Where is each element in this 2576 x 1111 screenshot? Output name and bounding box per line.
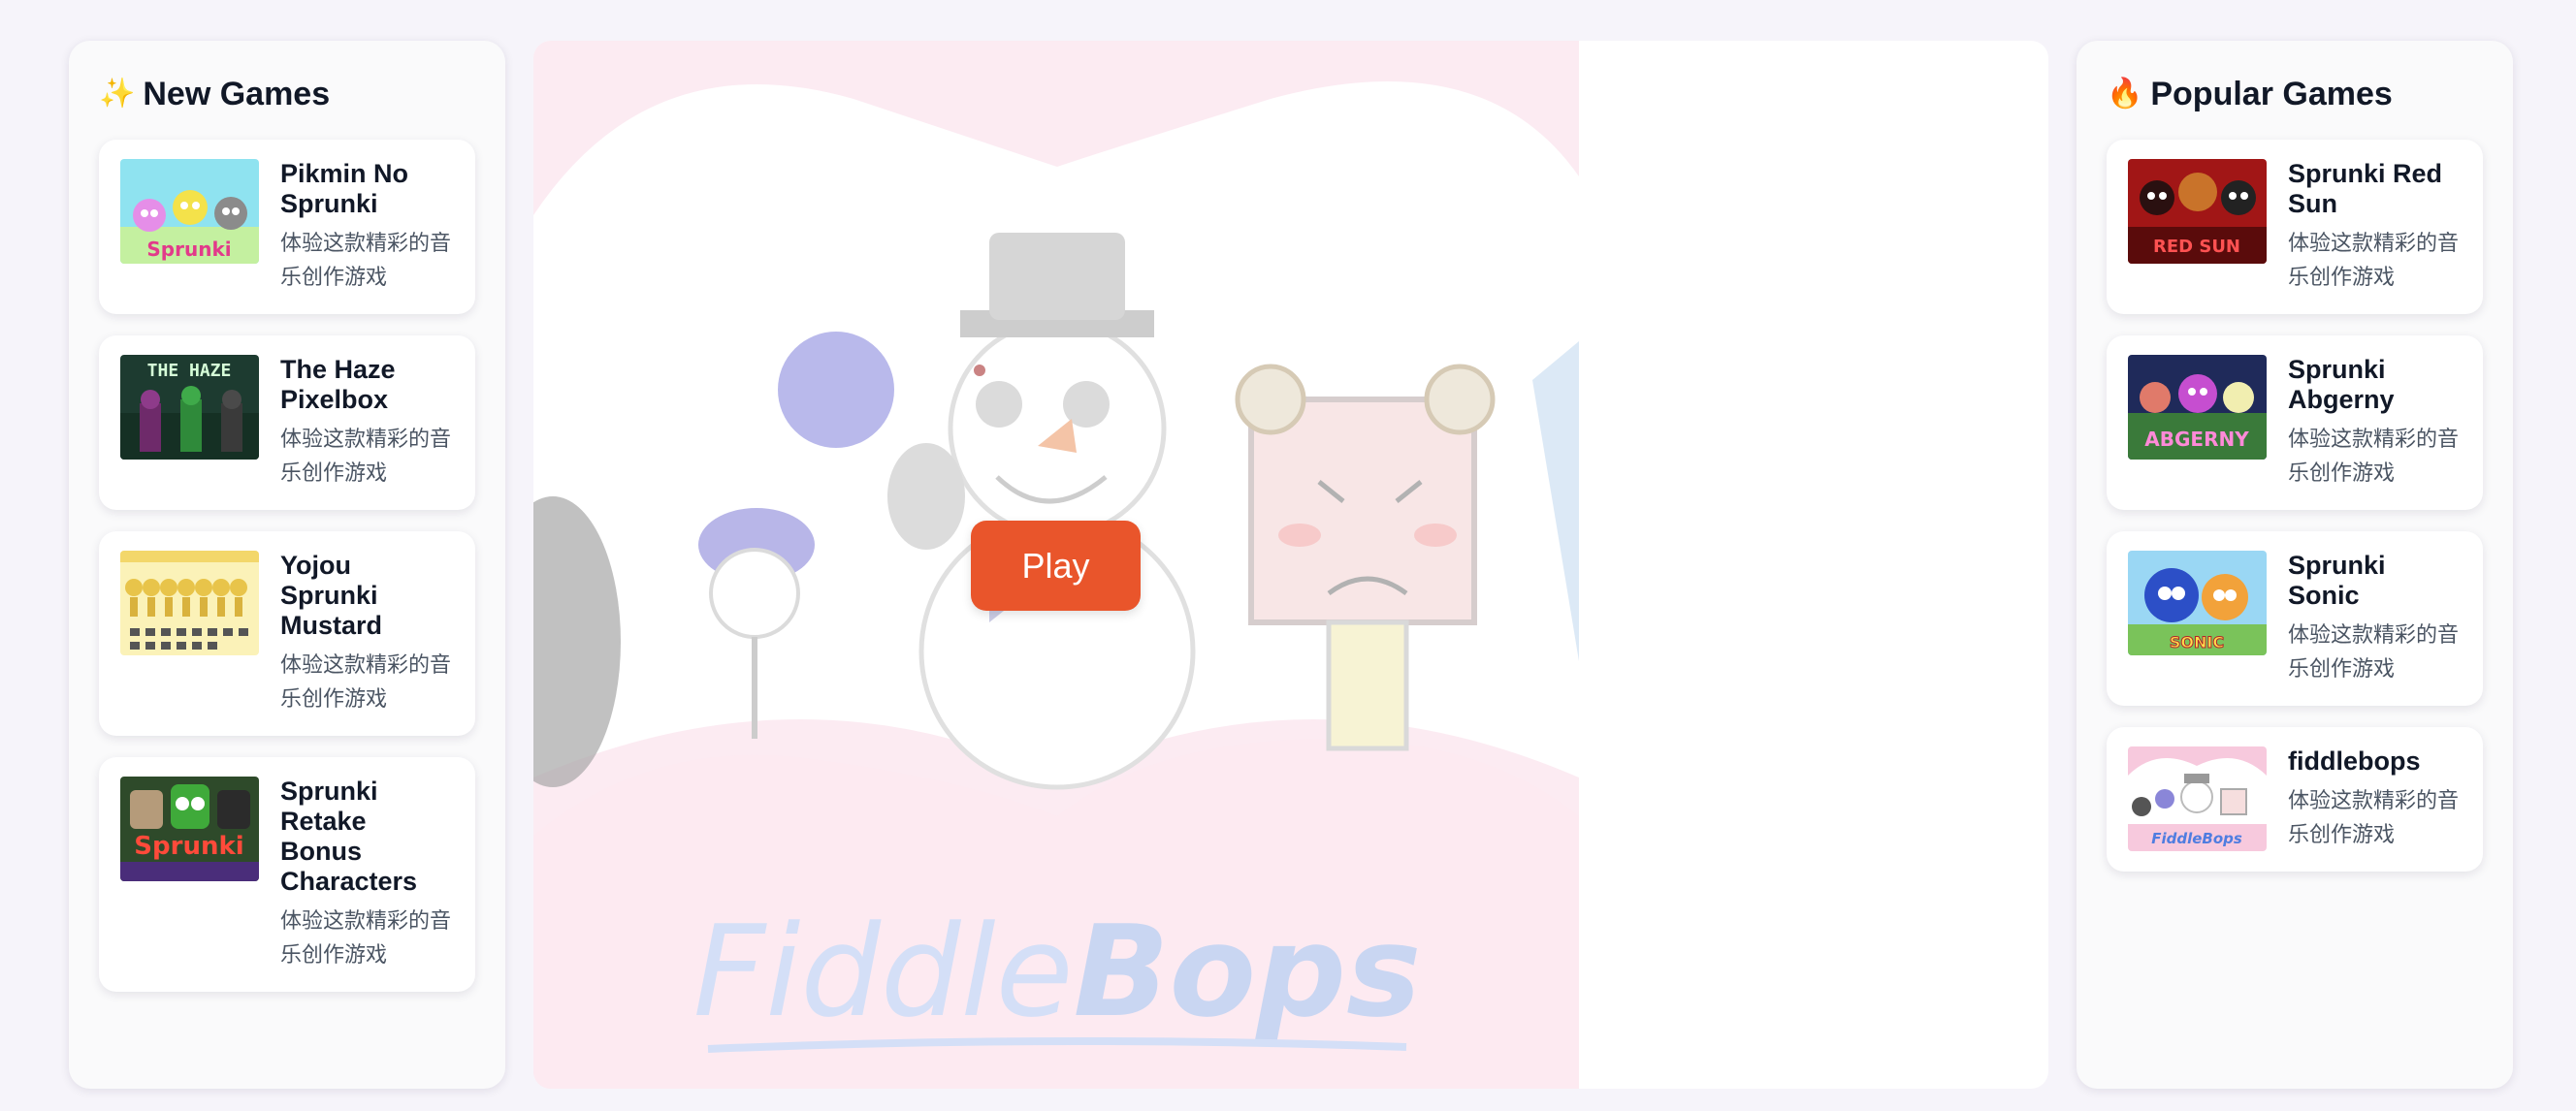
new-games-heading: ✨ New Games — [99, 70, 475, 118]
game-description: 体验这款精彩的音乐创作游戏 — [280, 428, 452, 486]
new-games-title: New Games — [143, 75, 331, 112]
game-thumbnail: Sprunki — [120, 777, 259, 881]
game-card-yojou-sprunki-mustard[interactable]: Yojou Sprunki Mustard 体验这款精彩的音乐创作游戏 — [99, 531, 475, 736]
popular-games-heading: 🔥 Popular Games — [2107, 70, 2483, 118]
game-card-sprunki-sonic[interactable]: SONIC Sprunki Sonic 体验这款精彩的音乐创作游戏 — [2107, 531, 2483, 706]
game-card-sprunki-retake-bonus-characters[interactable]: Sprunki Sprunki Retake Bonus Characters … — [99, 757, 475, 992]
fire-icon: 🔥 — [2107, 78, 2143, 110]
thumb-text: THE HAZE — [147, 361, 232, 381]
sparkles-icon: ✨ — [99, 78, 136, 110]
game-description: 体验这款精彩的音乐创作游戏 — [2288, 789, 2460, 847]
game-title: fiddlebops — [2288, 746, 2421, 776]
new-games-panel: ✨ New Games Sprunki Pikmin No Sprunki 体验… — [69, 41, 505, 1089]
game-thumbnail: RED SUN — [2128, 159, 2267, 264]
thumb-text: ABGERNY — [2144, 428, 2249, 451]
play-button[interactable]: Play — [971, 521, 1141, 611]
game-title: Pikmin No Sprunki — [280, 159, 409, 218]
game-frame[interactable]: FiddleBops Play — [533, 41, 2048, 1089]
popular-games-panel: 🔥 Popular Games RED SUN Sprunki Red Sun … — [2077, 41, 2513, 1089]
thumb-text: Sprunki — [146, 238, 231, 261]
game-title: Sprunki Retake Bonus Characters — [280, 777, 418, 896]
game-thumbnail: FiddleBops — [2128, 746, 2267, 851]
game-description: 体验这款精彩的音乐创作游戏 — [2288, 623, 2460, 682]
game-title: Sprunki Red Sun — [2288, 159, 2443, 218]
thumb-text: FiddleBops — [2151, 830, 2242, 847]
game-thumbnail: SONIC — [2128, 551, 2267, 655]
game-card-sprunki-red-sun[interactable]: RED SUN Sprunki Red Sun 体验这款精彩的音乐创作游戏 — [2107, 140, 2483, 314]
popular-games-title: Popular Games — [2150, 75, 2393, 112]
game-description: 体验这款精彩的音乐创作游戏 — [2288, 232, 2460, 290]
game-thumbnail: Sprunki — [120, 159, 259, 264]
game-title: Sprunki Sonic — [2288, 551, 2386, 610]
game-preview: FiddleBops Play — [533, 41, 1579, 1089]
game-description: 体验这款精彩的音乐创作游戏 — [2288, 428, 2460, 486]
thumb-text: RED SUN — [2153, 237, 2240, 257]
game-description: 体验这款精彩的音乐创作游戏 — [280, 909, 452, 968]
game-card-sprunki-abgerny[interactable]: ABGERNY Sprunki Abgerny 体验这款精彩的音乐创作游戏 — [2107, 335, 2483, 510]
game-title: Sprunki Abgerny — [2288, 355, 2395, 414]
thumb-text: Sprunki — [134, 832, 243, 861]
game-thumbnail: ABGERNY — [2128, 355, 2267, 460]
game-description: 体验这款精彩的音乐创作游戏 — [280, 232, 452, 290]
game-title: The Haze Pixelbox — [280, 355, 396, 414]
game-thumbnail — [120, 551, 259, 655]
game-card-pikmin-no-sprunki[interactable]: Sprunki Pikmin No Sprunki 体验这款精彩的音乐创作游戏 — [99, 140, 475, 314]
game-card-the-haze-pixelbox[interactable]: THE HAZE The Haze Pixelbox 体验这款精彩的音乐创作游戏 — [99, 335, 475, 510]
thumb-text: SONIC — [2170, 633, 2224, 651]
game-thumbnail: THE HAZE — [120, 355, 259, 460]
game-description: 体验这款精彩的音乐创作游戏 — [280, 653, 452, 712]
game-card-fiddlebops[interactable]: FiddleBops fiddlebops 体验这款精彩的音乐创作游戏 — [2107, 727, 2483, 872]
game-title: Yojou Sprunki Mustard — [280, 551, 383, 640]
